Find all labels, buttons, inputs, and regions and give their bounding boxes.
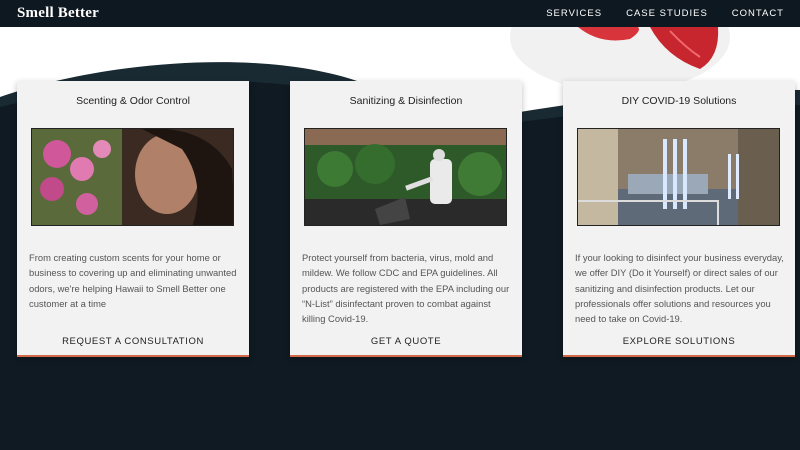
- card-title: DIY COVID-19 Solutions: [621, 95, 737, 107]
- card-title: Scenting & Odor Control: [76, 95, 190, 107]
- get-a-quote-button[interactable]: GET A QUOTE: [290, 336, 522, 347]
- site-logo[interactable]: Smell Better: [17, 5, 99, 22]
- scenting-photo: [31, 128, 234, 226]
- nav-contact-link[interactable]: CONTACT: [732, 8, 784, 19]
- card-description: From creating custom scents for your hom…: [29, 252, 237, 309]
- top-navigation-bar: Smell Better SERVICES CASE STUDIES CONTA…: [0, 0, 800, 27]
- diy-solutions-photo: [577, 128, 780, 226]
- nav-case-studies-link[interactable]: CASE STUDIES: [626, 8, 708, 19]
- card-title: Sanitizing & Disinfection: [349, 95, 463, 107]
- card-diy-covid: DIY COVID-19 Solutions If your looking t…: [563, 81, 795, 357]
- hibiscus-flower-image: [578, 27, 719, 69]
- sanitizing-photo: [304, 128, 507, 226]
- card-description: Protect yourself from bacteria, virus, m…: [302, 252, 510, 325]
- nav-services-link[interactable]: SERVICES: [546, 8, 602, 19]
- card-description: If your looking to disinfect your busine…: [575, 252, 784, 325]
- main-nav: SERVICES CASE STUDIES CONTACT: [546, 8, 784, 19]
- card-sanitizing: Sanitizing & Disinfection Protect yourse…: [290, 81, 522, 357]
- explore-solutions-button[interactable]: EXPLORE SOLUTIONS: [563, 336, 795, 347]
- card-scenting: Scenting & Odor Control From creating cu…: [17, 81, 249, 357]
- request-consultation-button[interactable]: REQUEST A CONSULTATION: [17, 336, 249, 347]
